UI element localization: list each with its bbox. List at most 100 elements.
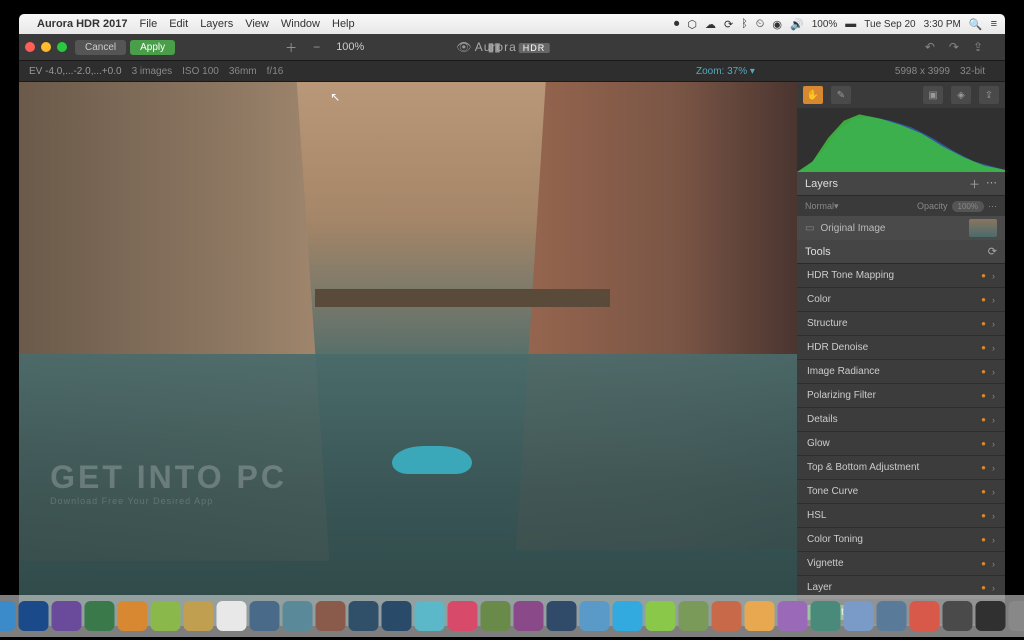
dock-app-15[interactable] (481, 601, 511, 631)
dock-app-17[interactable] (547, 601, 577, 631)
tool-hdr-tone-mapping[interactable]: HDR Tone Mapping●› (797, 264, 1005, 288)
tool-glow[interactable]: Glow●› (797, 432, 1005, 456)
tab-hand-icon[interactable]: ✋ (803, 86, 823, 104)
menu-layers[interactable]: Layers (200, 18, 233, 30)
brand-tag: HDR (519, 43, 550, 53)
menubar-cloud-icon[interactable]: ☁ (705, 18, 716, 31)
app-name[interactable]: Aurora HDR 2017 (37, 18, 127, 30)
fullscreen-button[interactable] (57, 42, 67, 52)
minus-icon[interactable]: − (313, 40, 320, 54)
tool-color[interactable]: Color●› (797, 288, 1005, 312)
redo-icon[interactable]: ↷ (949, 40, 959, 54)
tools-reset-icon[interactable]: ⟳ (988, 245, 997, 258)
menubar-notification-icon[interactable]: ≡ (991, 18, 997, 30)
menubar-battery-pct[interactable]: 100% (812, 19, 838, 30)
dock-app-1[interactable] (19, 601, 49, 631)
blend-mode-dropdown[interactable]: Normal (805, 201, 834, 211)
layer-original-image[interactable]: ▭ Original Image (797, 216, 1005, 240)
right-panel: ✋ ✎ ▣ ◈ ⇪ Layers ＋⋯ Normal ▾ Opacity (797, 82, 1005, 626)
menubar-wifi-icon[interactable]: ◉ (772, 18, 782, 31)
minimize-button[interactable] (41, 42, 51, 52)
tab-brush-icon[interactable]: ✎ (831, 86, 851, 104)
dock-app-12[interactable] (382, 601, 412, 631)
menubar-timemachine-icon[interactable]: ⏲ (756, 18, 765, 31)
tool-label: Top & Bottom Adjustment (807, 462, 919, 473)
compare-icon[interactable]: 👁 (456, 40, 471, 54)
tool-color-toning[interactable]: Color Toning●› (797, 528, 1005, 552)
add-icon[interactable]: ＋ (285, 39, 297, 56)
dock-app-21[interactable] (679, 601, 709, 631)
cancel-button[interactable]: Cancel (75, 40, 126, 55)
menu-edit[interactable]: Edit (169, 18, 188, 30)
dock-app-22[interactable] (712, 601, 742, 631)
dock-app-16[interactable] (514, 601, 544, 631)
menubar-camera-icon[interactable]: ⏺ (674, 18, 680, 31)
macos-dock[interactable] (0, 595, 1024, 637)
dock-app-19[interactable] (613, 601, 643, 631)
tool-top-bottom-adjustment[interactable]: Top & Bottom Adjustment●› (797, 456, 1005, 480)
dock-app-6[interactable] (184, 601, 214, 631)
dock-app-23[interactable] (745, 601, 775, 631)
menu-view[interactable]: View (245, 18, 269, 30)
layer-extra-icon[interactable]: ⋯ (988, 201, 997, 212)
image-canvas[interactable]: GET INTO PC Download Free Your Desired A… (19, 82, 797, 626)
menu-window[interactable]: Window (281, 18, 320, 30)
share-icon[interactable]: ⇪ (973, 40, 983, 54)
menubar-time[interactable]: 3:30 PM (924, 19, 961, 30)
tool-hdr-denoise[interactable]: HDR Denoise●› (797, 336, 1005, 360)
dock-app-2[interactable] (52, 601, 82, 631)
dock-app-11[interactable] (349, 601, 379, 631)
dock-app-0[interactable] (0, 601, 16, 631)
undo-icon[interactable]: ↶ (925, 40, 935, 54)
menubar-dropbox-icon[interactable]: ⬡ (687, 18, 697, 31)
dock-app-9[interactable] (283, 601, 313, 631)
close-button[interactable] (25, 42, 35, 52)
tool-vignette[interactable]: Vignette●› (797, 552, 1005, 576)
tab-crop-icon[interactable]: ▣ (923, 86, 943, 104)
dock-app-8[interactable] (250, 601, 280, 631)
menubar-sync-icon[interactable]: ⟳ (724, 18, 733, 31)
dock-app-3[interactable] (85, 601, 115, 631)
dock-app-14[interactable] (448, 601, 478, 631)
dock-app-25[interactable] (811, 601, 841, 631)
dock-app-27[interactable] (877, 601, 907, 631)
dock-app-4[interactable] (118, 601, 148, 631)
add-layer-icon[interactable]: ＋ (969, 176, 980, 192)
menu-file[interactable]: File (139, 18, 157, 30)
dock-app-7[interactable] (217, 601, 247, 631)
dock-app-24[interactable] (778, 601, 808, 631)
zoom-control[interactable]: Zoom: 37% ▾ (696, 66, 755, 77)
menu-help[interactable]: Help (332, 18, 355, 30)
dock-app-18[interactable] (580, 601, 610, 631)
tool-label: Details (807, 414, 838, 425)
menubar-battery-icon[interactable]: ▬ (845, 18, 856, 30)
dock-app-26[interactable] (844, 601, 874, 631)
dock-app-20[interactable] (646, 601, 676, 631)
chevron-right-icon: › (992, 463, 995, 473)
tool-details[interactable]: Details●› (797, 408, 1005, 432)
menubar-date[interactable]: Tue Sep 20 (864, 19, 915, 30)
histogram[interactable] (797, 108, 1005, 172)
menubar-spotlight-icon[interactable]: 🔍 (969, 18, 983, 31)
dock-app-28[interactable] (910, 601, 940, 631)
dock-app-31[interactable] (1009, 601, 1024, 631)
apply-button[interactable]: Apply (130, 40, 175, 55)
menubar-bluetooth-icon[interactable]: ᛒ (741, 18, 748, 30)
menubar-volume-icon[interactable]: 🔊 (790, 18, 804, 31)
tool-polarizing-filter[interactable]: Polarizing Filter●› (797, 384, 1005, 408)
zoom-percent[interactable]: 100% (336, 41, 364, 53)
tool-image-radiance[interactable]: Image Radiance●› (797, 360, 1005, 384)
tab-export-icon[interactable]: ⇪ (979, 86, 999, 104)
tool-tone-curve[interactable]: Tone Curve●› (797, 480, 1005, 504)
dock-app-30[interactable] (976, 601, 1006, 631)
dock-app-29[interactable] (943, 601, 973, 631)
tab-layers-icon[interactable]: ◈ (951, 86, 971, 104)
opacity-value[interactable]: 100% (952, 201, 984, 212)
tool-hsl[interactable]: HSL●› (797, 504, 1005, 528)
dock-app-10[interactable] (316, 601, 346, 631)
dock-app-13[interactable] (415, 601, 445, 631)
tool-structure[interactable]: Structure●› (797, 312, 1005, 336)
dock-app-5[interactable] (151, 601, 181, 631)
layer-menu-icon[interactable]: ⋯ (986, 176, 997, 192)
layer-visibility-icon[interactable]: ▭ (805, 223, 814, 234)
